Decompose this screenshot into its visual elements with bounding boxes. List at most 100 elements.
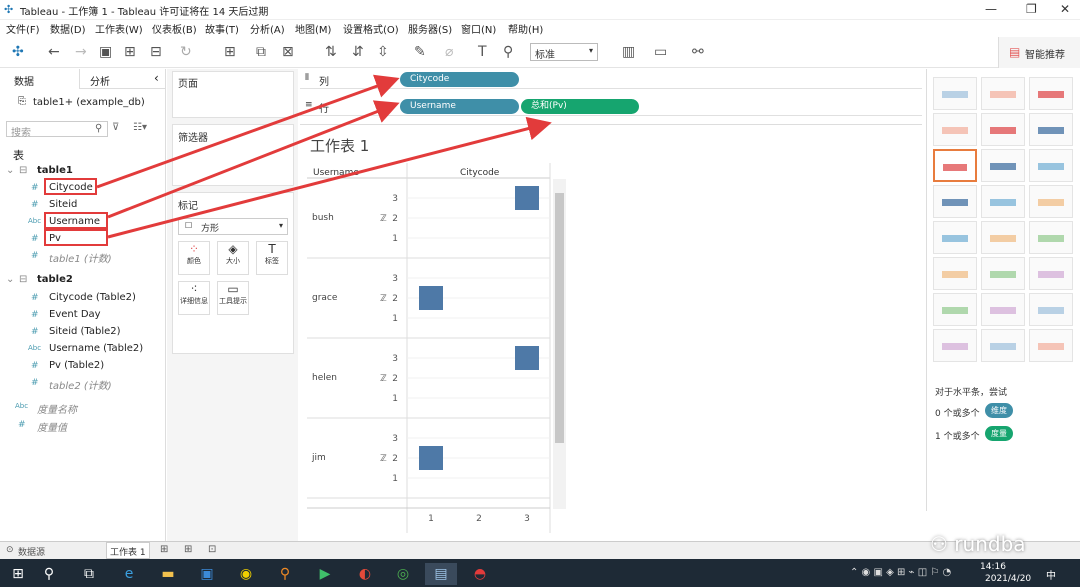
chart-type-thumbnail[interactable] [981, 77, 1025, 110]
redo-icon[interactable]: → [75, 44, 87, 60]
field-username-table2[interactable]: Username (Table2) [49, 343, 143, 354]
sort-asc-icon[interactable]: ⇵ [352, 44, 364, 60]
field-event-day[interactable]: Event Day [49, 309, 101, 320]
expand-icon[interactable]: ⌄ [6, 274, 14, 285]
chart-type-thumbnail[interactable] [981, 293, 1025, 326]
field-citycode[interactable]: Citycode [49, 182, 93, 193]
tableau-task-icon[interactable]: ▤ [425, 563, 457, 585]
filter-icon[interactable]: ⊽ [112, 122, 119, 133]
collapse-icon[interactable]: ‹ [154, 71, 159, 85]
minimize-button[interactable]: — [985, 2, 997, 16]
system-tray-icons[interactable]: ⌃ ◉ ▣ ◈ ⊞ ⌁ ◫ ⚐ ◔ [850, 567, 951, 578]
menu-map[interactable]: 地图(M) [295, 21, 331, 36]
fit-select[interactable]: 标准 ▾ [530, 43, 598, 61]
show-me-button[interactable]: ▤ 智能推荐 [998, 37, 1080, 68]
menu-file[interactable]: 文件(F) [6, 21, 40, 36]
pages-card[interactable]: 页面 [172, 71, 294, 118]
menu-dashboard[interactable]: 仪表板(B) [152, 21, 197, 36]
field-username[interactable]: Username [49, 216, 100, 227]
ie-icon[interactable]: e [116, 563, 142, 585]
highlight-icon[interactable]: ✎ [414, 44, 426, 60]
share-icon[interactable]: ⚯ [692, 44, 704, 60]
mark-type-select[interactable]: ☐ 方形 ▾ [178, 218, 288, 235]
color-button[interactable]: ⁘ 颜色 [178, 241, 210, 275]
rows-pill-username[interactable]: Username [400, 99, 519, 114]
tab-analytics[interactable]: 分析 [90, 73, 110, 88]
vertical-scrollbar[interactable] [553, 179, 566, 509]
app-icon[interactable]: ▣ [194, 563, 220, 585]
chart-type-thumbnail[interactable] [981, 221, 1025, 254]
menu-worksheet[interactable]: 工作表(W) [95, 21, 143, 36]
tab-data[interactable]: 数据 [14, 73, 34, 88]
chart-type-thumbnail[interactable] [981, 329, 1025, 362]
maximize-button[interactable]: ❐ [1026, 2, 1037, 16]
chart-type-thumbnail[interactable] [1029, 77, 1073, 110]
swap-icon[interactable]: ⇅ [325, 44, 337, 60]
datasource-name[interactable]: table1+ (example_db) [33, 97, 145, 108]
new-sheet-icon[interactable]: ⊞ [160, 544, 168, 555]
chart-type-thumbnail[interactable] [933, 257, 977, 290]
chart-type-thumbnail[interactable] [933, 221, 977, 254]
chart-type-thumbnail[interactable] [933, 149, 977, 182]
data-mark-square[interactable] [515, 346, 539, 370]
chart-type-thumbnail[interactable] [1029, 293, 1073, 326]
sort-desc-icon[interactable]: ⇳ [377, 44, 389, 60]
menu-help[interactable]: 帮助(H) [508, 21, 543, 36]
app-icon[interactable]: ◓ [467, 563, 493, 585]
expand-icon[interactable]: ⌄ [6, 165, 14, 176]
chart-type-thumbnail[interactable] [933, 113, 977, 146]
taskbar-search-icon[interactable]: ⚲ [36, 563, 62, 585]
data-mark-square[interactable] [419, 446, 443, 470]
new-sheet-icon[interactable]: ⊞ [224, 44, 236, 60]
group-icon[interactable]: ⌀ [445, 44, 453, 60]
windows-start-icon[interactable]: ⊞ [5, 563, 31, 585]
duplicate-sheet-icon[interactable]: ⧉ [256, 44, 266, 60]
chart-type-thumbnail[interactable] [933, 293, 977, 326]
explorer-icon[interactable]: ▬ [155, 563, 181, 585]
chart-type-thumbnail[interactable] [1029, 149, 1073, 182]
datasource-tab[interactable]: 数据源 [18, 545, 45, 558]
filters-card[interactable]: 筛选器 [172, 124, 294, 186]
show-labels-icon[interactable]: T [478, 44, 487, 60]
search-input[interactable]: 搜索 ⚲ [6, 121, 108, 139]
chart-type-thumbnail[interactable] [933, 185, 977, 218]
media-icon[interactable]: ▶ [312, 563, 338, 585]
columns-pill-citycode[interactable]: Citycode [400, 72, 519, 87]
table1-name[interactable]: table1 [37, 165, 73, 176]
menu-server[interactable]: 服务器(S) [408, 21, 452, 36]
field-table2-count[interactable]: table2 (计数) [49, 377, 112, 392]
tooltip-button[interactable]: ▭ 工具提示 [217, 281, 249, 315]
view-options-icon[interactable]: ☷▾ [133, 122, 147, 133]
new-story-icon[interactable]: ⊡ [208, 544, 216, 555]
field-pv[interactable]: Pv [49, 233, 61, 244]
chart-type-thumbnail[interactable] [1029, 113, 1073, 146]
rows-pill-sum-pv[interactable]: 总和(Pv) [521, 99, 639, 114]
chart-type-thumbnail[interactable] [1029, 257, 1073, 290]
presentation-icon[interactable]: ▭ [654, 44, 667, 60]
chart-type-thumbnail[interactable] [981, 149, 1025, 182]
size-button[interactable]: ◈ 大小 [217, 241, 249, 275]
close-button[interactable]: ✕ [1060, 2, 1070, 16]
field-measure-names[interactable]: 度量名称 [37, 401, 77, 416]
chart-type-thumbnail[interactable] [933, 77, 977, 110]
menu-data[interactable]: 数据(D) [50, 21, 86, 36]
field-siteid-table2[interactable]: Siteid (Table2) [49, 326, 121, 337]
data-mark-square[interactable] [419, 286, 443, 310]
clear-sheet-icon[interactable]: ⊠ [282, 44, 294, 60]
chrome-icon[interactable]: ◎ [390, 563, 416, 585]
label-button[interactable]: T 标签 [256, 241, 288, 275]
search-app-icon[interactable]: ⚲ [272, 563, 298, 585]
field-citycode-table2[interactable]: Citycode (Table2) [49, 292, 136, 303]
menu-story[interactable]: 故事(T) [205, 21, 239, 36]
tableau-home-icon[interactable]: ✣ [12, 44, 24, 60]
chart-type-thumbnail[interactable] [981, 113, 1025, 146]
chart-type-thumbnail[interactable] [1029, 329, 1073, 362]
detail-button[interactable]: ⁖ 详细信息 [178, 281, 210, 315]
show-cards-icon[interactable]: ▥ [622, 44, 635, 60]
menu-analysis[interactable]: 分析(A) [250, 21, 285, 36]
new-dashboard-icon[interactable]: ⊞ [184, 544, 192, 555]
app-icon[interactable]: ◉ [233, 563, 259, 585]
fix-axes-icon[interactable]: ⚲ [503, 44, 513, 60]
scrollbar-thumb[interactable] [555, 193, 564, 443]
app-icon[interactable]: ◐ [352, 563, 378, 585]
